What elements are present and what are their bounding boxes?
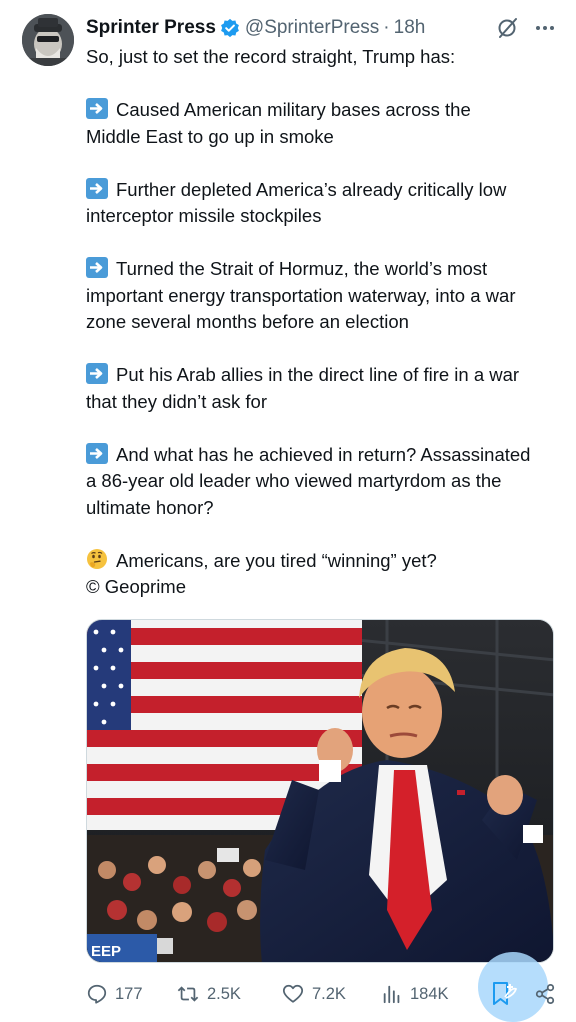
- repost-button[interactable]: 2.5K: [176, 983, 281, 1005]
- like-count: 7.2K: [312, 984, 346, 1003]
- point-line: ultimate honor?: [86, 496, 214, 518]
- point-paragraph-3: Turned the Strait of Hormuz, the world’s…: [86, 256, 558, 336]
- tweet-header: Sprinter Press @SprinterPress · 18h: [86, 14, 556, 42]
- repost-icon: [177, 986, 199, 1002]
- verified-badge-icon: [220, 18, 240, 38]
- right-arrow-emoji-icon: [86, 257, 108, 278]
- point-paragraph-2: Further depleted America’s already criti…: [86, 177, 558, 230]
- point-line: zone several months before an election: [86, 311, 409, 332]
- closing-line: Americans, are you tired “winning” yet?: [86, 548, 558, 575]
- point-line: important energy transportation waterway…: [86, 284, 516, 306]
- grok-icon[interactable]: [496, 16, 520, 40]
- closing-question: Americans, are you tired “winning” yet?: [116, 549, 437, 571]
- share-button[interactable]: [534, 983, 556, 1005]
- point-line: a 86-year old leader who viewed martyrdo…: [86, 470, 502, 491]
- point-line: Middle East to go up in smoke: [86, 125, 334, 147]
- point-text: Put his Arab allies in the direct line o…: [116, 364, 520, 385]
- point-line: interceptor missile stockpiles: [86, 205, 322, 226]
- views-button[interactable]: 184K: [381, 983, 486, 1005]
- point-line: Put his Arab allies in the direct line o…: [86, 362, 558, 389]
- views-chart-icon: [383, 985, 400, 1004]
- views-count: 184K: [410, 984, 449, 1003]
- media-banner-text: EEP: [91, 943, 121, 960]
- point-text: And what has he achieved in return? Assa…: [116, 443, 531, 465]
- right-arrow-emoji-icon: [86, 363, 108, 384]
- author-name[interactable]: Sprinter Press: [86, 17, 216, 39]
- thinking-face-emoji-icon: [86, 548, 108, 569]
- post-timestamp[interactable]: 18h: [394, 17, 426, 39]
- heart-icon: [282, 984, 304, 1003]
- point-line: And what has he achieved in return? Assa…: [86, 442, 558, 469]
- right-arrow-emoji-icon: [86, 442, 108, 464]
- point-text: Further depleted America’s already criti…: [116, 178, 507, 200]
- share-icon: [535, 983, 555, 1005]
- like-button[interactable]: 7.2K: [281, 983, 381, 1005]
- avatar-image: [22, 14, 74, 66]
- separator-dot: ·: [383, 17, 390, 38]
- bookmark-icon: [493, 982, 518, 1005]
- more-options-icon[interactable]: [534, 17, 556, 39]
- tweet-intro-paragraph: So, just to set the record straight, Tru…: [86, 44, 558, 71]
- reply-button[interactable]: 177: [86, 983, 176, 1005]
- avatar[interactable]: [22, 14, 74, 66]
- tweet-text: So, just to set the record straight, Tru…: [86, 44, 558, 601]
- bookmark-button[interactable]: [488, 979, 518, 1009]
- rally-photo: EEP: [87, 620, 553, 962]
- author-handle[interactable]: @SprinterPress: [245, 17, 379, 39]
- reply-icon: [87, 984, 107, 1004]
- credit-line: © Geoprime: [86, 576, 186, 597]
- point-line: Turned the Strait of Hormuz, the world’s…: [86, 256, 558, 283]
- right-arrow-emoji-icon: [86, 98, 108, 119]
- closing-paragraph: Americans, are you tired “winning” yet? …: [86, 548, 558, 601]
- point-line: Caused American military bases across th…: [86, 97, 558, 124]
- tweet-media-image[interactable]: EEP: [86, 619, 554, 963]
- tweet-action-bar: 177 2.5K 7.2K 184K: [86, 978, 556, 1010]
- right-arrow-emoji-icon: [86, 177, 108, 199]
- repost-count: 2.5K: [207, 984, 241, 1003]
- tweet-intro: So, just to set the record straight, Tru…: [86, 46, 456, 67]
- point-paragraph-5: And what has he achieved in return? Assa…: [86, 442, 558, 522]
- reply-count: 177: [115, 984, 143, 1003]
- point-line: that they didn’t ask for: [86, 390, 267, 412]
- point-paragraph-1: Caused American military bases across th…: [86, 97, 558, 150]
- point-paragraph-4: Put his Arab allies in the direct line o…: [86, 362, 558, 415]
- point-text: Caused American military bases across th…: [116, 99, 471, 120]
- point-line: Further depleted America’s already criti…: [86, 177, 558, 204]
- point-text: Turned the Strait of Hormuz, the world’s…: [116, 258, 488, 279]
